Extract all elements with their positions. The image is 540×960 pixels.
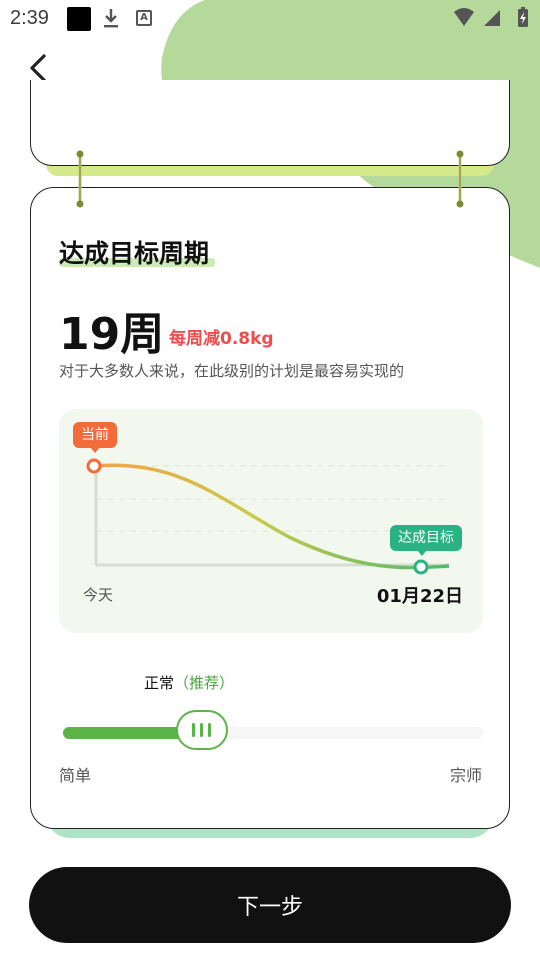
difficulty-slider-track[interactable] (63, 727, 483, 739)
next-step-button[interactable]: 下一步 (29, 867, 511, 943)
difficulty-level: 正常（推荐） (144, 672, 234, 693)
font-icon: A (136, 10, 152, 26)
progress-chart: 当前 达成目标 今天 01月22日 (59, 409, 483, 633)
progress-curve (93, 463, 450, 570)
recommend-text: （推荐） (174, 674, 235, 692)
chevron-left-icon (30, 54, 46, 82)
card-title: 达成目标周期 (59, 239, 210, 268)
notification-square-icon (67, 7, 91, 31)
download-icon (104, 9, 118, 28)
grip-icon (208, 723, 212, 737)
status-time: 2:39 (10, 7, 49, 29)
goal-tag: 达成目标 (390, 525, 462, 556)
goal-period-card: 达成目标周期 19周 每周减0.8kg 对于大多数人来说，在此级别的计划是最容易… (30, 187, 510, 829)
level-text: 正常 (144, 674, 175, 692)
hanger-left (76, 150, 84, 208)
difficulty-slider-thumb[interactable] (175, 710, 228, 750)
x-end-label: 01月22日 (376, 586, 463, 607)
x-start-label: 今天 (83, 586, 114, 604)
hanger-right (456, 150, 464, 208)
weekly-rate: 每周减0.8kg (169, 329, 274, 349)
wifi-icon (454, 8, 474, 26)
grip-icon (200, 723, 204, 737)
system-status-icons (454, 7, 528, 27)
start-point (86, 458, 102, 474)
goal-point (413, 559, 429, 575)
previous-card (30, 80, 510, 166)
battery-charging-icon (518, 7, 528, 27)
card-description: 对于大多数人来说，在此级别的计划是最容易实现的 (59, 362, 405, 380)
weeks-count: 19周 (59, 309, 165, 360)
status-bar: 2:39 A (0, 0, 540, 36)
slider-min-label: 简单 (59, 766, 92, 785)
current-tag: 当前 (73, 422, 117, 453)
slider-max-label: 宗师 (449, 766, 482, 785)
signal-icon (484, 10, 500, 26)
grip-icon (192, 723, 196, 737)
